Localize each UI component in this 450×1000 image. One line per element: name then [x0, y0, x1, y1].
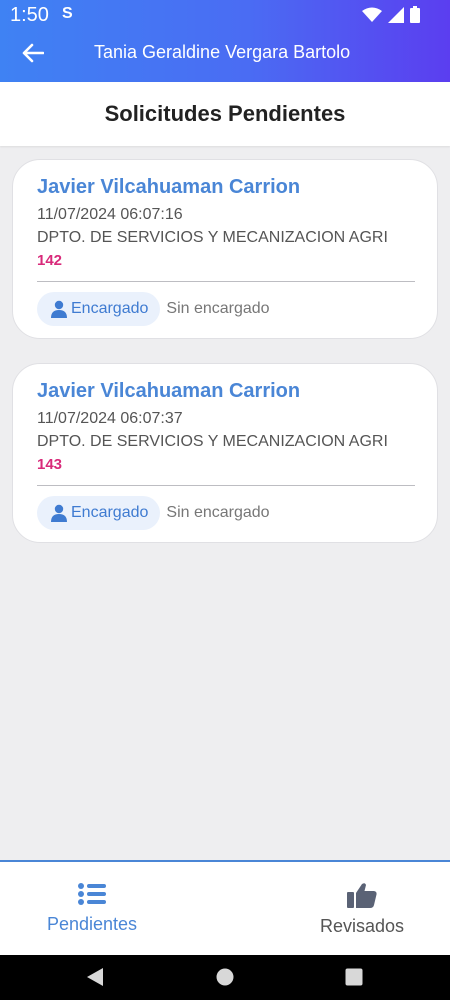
request-number: 142 [37, 252, 63, 269]
status-s-icon: S [62, 5, 73, 22]
card-divider [37, 281, 415, 282]
battery-icon [410, 6, 420, 23]
app-bar-title: Tania Geraldine Vergara Bartolo [94, 42, 351, 62]
request-datetime: 11/07/2024 06:07:37 [37, 410, 183, 427]
square-recents-icon [345, 968, 363, 986]
assignee-status: Sin encargado [166, 300, 270, 317]
card-footer: Encargado Sin encargado [37, 292, 413, 326]
request-card[interactable]: Javier Vilcahuaman Carrion 11/07/2024 06… [12, 159, 438, 339]
requester-name: Javier Vilcahuaman Carrion [37, 380, 301, 402]
status-bar: 1:50 S [0, 0, 450, 30]
system-recents-button[interactable] [344, 967, 364, 992]
person-icon [51, 504, 67, 522]
thumbs-up-icon [347, 883, 377, 908]
list-icon [78, 883, 106, 905]
request-number: 143 [37, 456, 63, 473]
triangle-back-icon [87, 968, 103, 986]
encargado-label: Encargado [71, 300, 149, 317]
card-footer: Encargado Sin encargado [37, 496, 413, 530]
arrow-left-icon [22, 43, 44, 63]
nav-pendientes-label: Pendientes [46, 914, 138, 934]
encargado-chip[interactable]: Encargado [37, 496, 161, 530]
encargado-label: Encargado [71, 504, 149, 521]
encargado-chip[interactable]: Encargado [37, 292, 161, 326]
assignee-status: Sin encargado [166, 504, 270, 521]
request-department: DPTO. DE SERVICIOS Y MECANIZACION AGRI [37, 229, 388, 246]
card-divider [37, 485, 415, 486]
nav-revisados-label: Revisados [319, 916, 405, 936]
system-navigation-bar [0, 955, 450, 1000]
page-header: Solicitudes Pendientes [0, 82, 450, 146]
request-department: DPTO. DE SERVICIOS Y MECANIZACION AGRI [37, 433, 388, 450]
system-home-button[interactable] [215, 967, 235, 992]
signal-icon [388, 6, 404, 23]
status-time: 1:50 [10, 4, 49, 26]
page-title: Solicitudes Pendientes [104, 101, 346, 126]
bottom-navigation: Pendientes Revisados [0, 860, 450, 955]
requester-name: Javier Vilcahuaman Carrion [37, 176, 301, 198]
nav-revisados[interactable]: Revisados [312, 882, 412, 937]
status-icons [362, 6, 420, 23]
person-icon [51, 300, 67, 318]
request-datetime: 11/07/2024 06:07:16 [37, 206, 183, 223]
nav-pendientes[interactable]: Pendientes [42, 882, 142, 935]
app-bar: 1:50 S Tania Geraldine Vergara Bartolo [0, 0, 450, 82]
request-card[interactable]: Javier Vilcahuaman Carrion 11/07/2024 06… [12, 363, 438, 543]
system-back-button[interactable] [86, 967, 104, 992]
wifi-icon [362, 7, 382, 22]
back-button[interactable] [18, 38, 48, 68]
circle-home-icon [216, 968, 234, 986]
